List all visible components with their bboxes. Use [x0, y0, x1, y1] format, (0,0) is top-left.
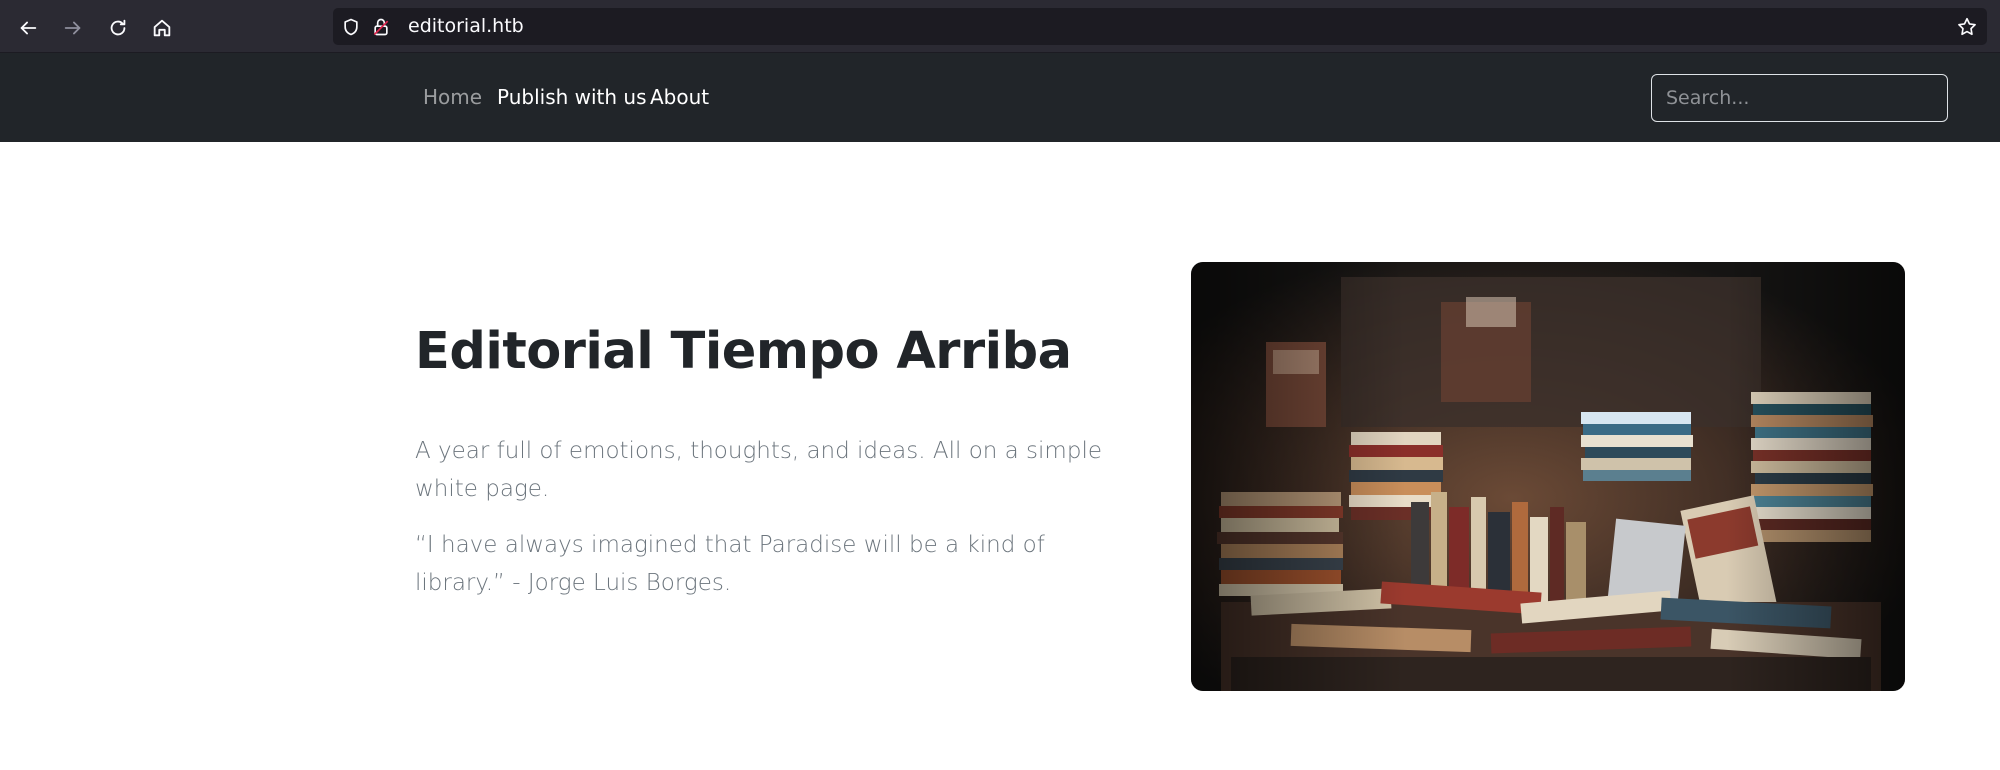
- search-input[interactable]: [1651, 74, 1948, 122]
- page-title: Editorial Tiempo Arriba: [415, 322, 1072, 381]
- bookmark-button[interactable]: [1955, 15, 1979, 39]
- home-icon: [153, 19, 171, 37]
- arrow-right-icon: [64, 21, 81, 35]
- hero-image: [1191, 262, 1905, 691]
- site-navbar: Home Publish with us About: [0, 53, 2000, 142]
- hero-description: A year full of emotions, thoughts, and i…: [415, 438, 1102, 502]
- star-icon: [1958, 17, 1976, 36]
- nav-link-publish[interactable]: Publish with us: [497, 53, 647, 142]
- url-text[interactable]: editorial.htb: [408, 8, 524, 45]
- insecure-lock-icon[interactable]: [370, 16, 392, 38]
- url-bar[interactable]: editorial.htb: [333, 8, 1987, 45]
- nav-link-home[interactable]: Home: [423, 53, 482, 142]
- arrow-left-icon: [20, 21, 37, 35]
- nav-link-about[interactable]: About: [650, 53, 709, 142]
- shield-icon[interactable]: [340, 16, 362, 38]
- forward-button[interactable]: [54, 9, 92, 47]
- reload-button[interactable]: [99, 9, 137, 47]
- back-button[interactable]: [9, 9, 47, 47]
- reload-icon: [110, 19, 126, 36]
- home-button[interactable]: [143, 9, 181, 47]
- browser-toolbar: editorial.htb: [0, 0, 2000, 53]
- hero-quote: “I have always imagined that Paradise wi…: [415, 532, 1045, 596]
